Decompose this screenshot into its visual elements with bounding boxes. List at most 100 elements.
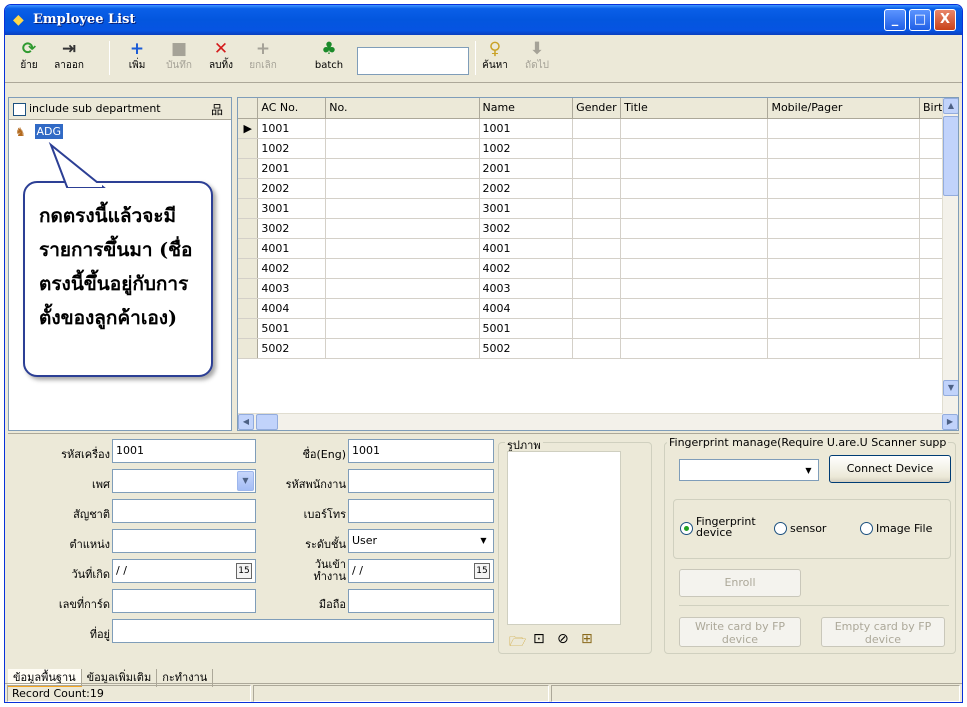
horizontal-scrollbar[interactable]: ◀ ▶ bbox=[238, 413, 958, 430]
open-folder-icon[interactable]: 🗁 bbox=[509, 631, 526, 655]
row-indicator[interactable] bbox=[238, 298, 259, 319]
scroll-right-button[interactable]: ▶ bbox=[942, 414, 958, 430]
calendar-icon[interactable]: 15 bbox=[474, 563, 490, 579]
table-cell[interactable]: 3001 bbox=[257, 198, 327, 219]
find-button[interactable]: ♀ ค้นหา bbox=[475, 38, 515, 80]
scroll-up-button[interactable]: ▲ bbox=[943, 98, 958, 114]
table-cell[interactable] bbox=[767, 338, 920, 359]
nationality-field[interactable] bbox=[112, 499, 256, 523]
table-cell[interactable] bbox=[325, 338, 480, 359]
eraser-icon[interactable]: ⊘ bbox=[557, 631, 569, 647]
table-row[interactable]: 5002 5002 bbox=[238, 338, 958, 359]
table-cell[interactable]: 4001 bbox=[257, 238, 327, 259]
table-cell[interactable] bbox=[325, 238, 480, 259]
table-row[interactable]: 4003 4003 bbox=[238, 278, 958, 299]
add-button[interactable]: + เพิ่ม bbox=[117, 38, 157, 80]
photo-frame[interactable] bbox=[507, 451, 621, 625]
table-row[interactable]: ▶ 1001 1001 bbox=[238, 118, 958, 139]
table-cell[interactable] bbox=[572, 278, 622, 299]
table-cell[interactable]: 2001 bbox=[257, 158, 327, 179]
cancel-button[interactable]: + ยกเลิก bbox=[243, 38, 283, 80]
table-row[interactable]: 3001 3001 bbox=[238, 198, 958, 219]
table-cell[interactable] bbox=[767, 158, 920, 179]
row-indicator[interactable] bbox=[238, 338, 259, 359]
table-cell[interactable] bbox=[325, 138, 480, 159]
table-cell[interactable]: 2001 bbox=[479, 158, 574, 179]
table-row[interactable]: 3002 3002 bbox=[238, 218, 958, 239]
table-cell[interactable]: 1001 bbox=[257, 118, 327, 139]
phone-field[interactable] bbox=[348, 499, 494, 523]
leave-button[interactable]: ⇥ ลาออก bbox=[49, 38, 89, 80]
camera-icon[interactable]: ⊡ bbox=[533, 631, 545, 647]
enroll-button[interactable]: Enroll bbox=[679, 569, 801, 597]
table-cell[interactable] bbox=[325, 178, 480, 199]
table-cell[interactable] bbox=[620, 258, 769, 279]
table-cell[interactable]: 4002 bbox=[257, 258, 327, 279]
column-header[interactable]: Title bbox=[620, 98, 769, 119]
table-cell[interactable] bbox=[620, 218, 769, 239]
sensor-radio[interactable] bbox=[774, 522, 787, 535]
table-cell[interactable] bbox=[767, 278, 920, 299]
table-cell[interactable] bbox=[325, 278, 480, 299]
table-cell[interactable] bbox=[572, 118, 622, 139]
column-header[interactable]: Gender bbox=[572, 98, 622, 119]
table-row[interactable]: 4001 4001 bbox=[238, 238, 958, 259]
name-eng-field[interactable]: 1001 bbox=[348, 439, 494, 463]
table-cell[interactable]: 1001 bbox=[479, 118, 574, 139]
image-file-radio[interactable] bbox=[860, 522, 873, 535]
table-cell[interactable] bbox=[572, 318, 622, 339]
table-row[interactable]: 5001 5001 bbox=[238, 318, 958, 339]
title-bar[interactable]: ◆ Employee List _ □ X bbox=[5, 5, 962, 35]
fingerprint-device-radio[interactable] bbox=[680, 522, 693, 535]
vertical-scrollbar[interactable]: ▲ ▼ bbox=[942, 98, 958, 414]
table-row[interactable]: 2001 2001 bbox=[238, 158, 958, 179]
empty-card-button[interactable]: Empty card by FP device bbox=[821, 617, 945, 647]
table-cell[interactable] bbox=[620, 118, 769, 139]
start-date-field[interactable]: / / 15 bbox=[348, 559, 494, 583]
address-field[interactable] bbox=[112, 619, 494, 643]
write-card-button[interactable]: Write card by FP device bbox=[679, 617, 801, 647]
table-cell[interactable] bbox=[620, 338, 769, 359]
table-cell[interactable] bbox=[572, 258, 622, 279]
row-indicator[interactable] bbox=[238, 258, 259, 279]
table-row[interactable]: 4004 4004 bbox=[238, 298, 958, 319]
table-cell[interactable] bbox=[325, 318, 480, 339]
calendar-icon[interactable]: 15 bbox=[236, 563, 252, 579]
current-row-indicator-icon[interactable]: ▶ bbox=[238, 118, 259, 139]
table-cell[interactable]: 3001 bbox=[479, 198, 574, 219]
minimize-button[interactable]: _ bbox=[884, 9, 906, 31]
table-cell[interactable]: 4002 bbox=[479, 258, 574, 279]
table-cell[interactable] bbox=[620, 178, 769, 199]
table-cell[interactable]: 1002 bbox=[257, 138, 327, 159]
connect-device-button[interactable]: Connect Device bbox=[829, 455, 951, 483]
table-cell[interactable] bbox=[620, 318, 769, 339]
table-cell[interactable] bbox=[620, 278, 769, 299]
mobile-field[interactable] bbox=[348, 589, 494, 613]
table-cell[interactable] bbox=[767, 118, 920, 139]
chevron-down-icon[interactable]: ▼ bbox=[800, 461, 817, 479]
table-row[interactable]: 1002 1002 bbox=[238, 138, 958, 159]
table-cell[interactable] bbox=[325, 118, 480, 139]
employee-id-field[interactable] bbox=[348, 469, 494, 493]
position-field[interactable] bbox=[112, 529, 256, 553]
table-cell[interactable] bbox=[325, 258, 480, 279]
table-cell[interactable] bbox=[572, 138, 622, 159]
close-button[interactable]: X bbox=[934, 9, 956, 31]
table-cell[interactable] bbox=[572, 198, 622, 219]
table-cell[interactable]: 2002 bbox=[257, 178, 327, 199]
maximize-button[interactable]: □ bbox=[909, 9, 931, 31]
column-header[interactable]: Name bbox=[479, 98, 574, 119]
tree-node-adg[interactable]: ♞ ADG bbox=[15, 124, 64, 139]
table-cell[interactable] bbox=[572, 338, 622, 359]
device-select[interactable]: ▼ bbox=[679, 459, 819, 481]
table-cell[interactable] bbox=[767, 258, 920, 279]
table-cell[interactable]: 4003 bbox=[479, 278, 574, 299]
table-cell[interactable]: 4004 bbox=[479, 298, 574, 319]
table-cell[interactable] bbox=[620, 158, 769, 179]
table-cell[interactable] bbox=[325, 198, 480, 219]
table-cell[interactable] bbox=[572, 298, 622, 319]
birthdate-field[interactable]: / / 15 bbox=[112, 559, 256, 583]
hscroll-thumb[interactable] bbox=[256, 414, 278, 430]
table-cell[interactable]: 5001 bbox=[479, 318, 574, 339]
table-cell[interactable] bbox=[572, 218, 622, 239]
